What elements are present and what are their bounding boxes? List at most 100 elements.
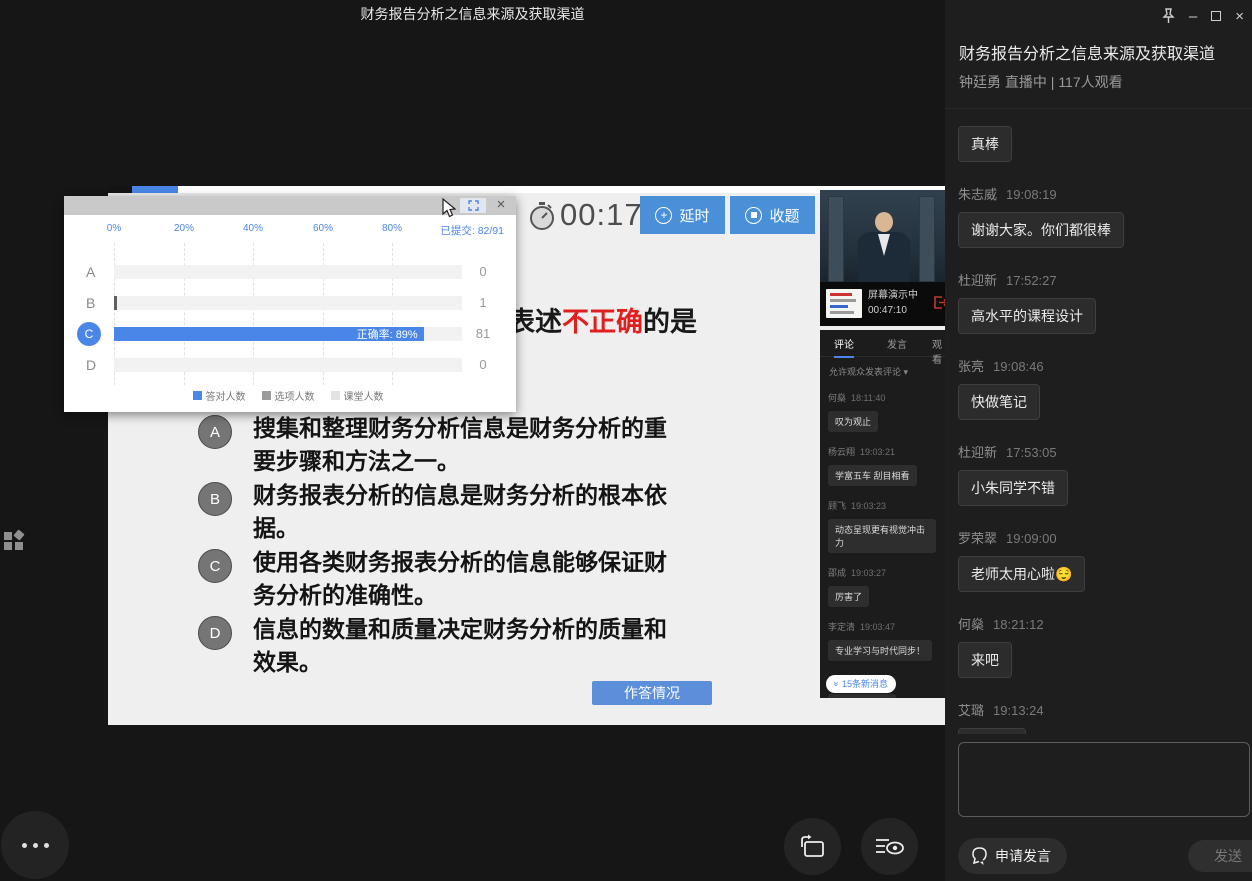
bar-track	[114, 358, 462, 372]
sender-name: 朱志威	[958, 187, 997, 202]
comment-bubble: 学富五车 刮目相看	[828, 465, 917, 486]
chat-bubble: 来吧	[958, 642, 1012, 678]
sender-name: 杜迎新	[958, 273, 997, 288]
new-messages-badge[interactable]: » 15条新消息	[826, 675, 896, 693]
window-controls: – ×	[1162, 7, 1244, 25]
sent-time: 17:53:05	[1006, 445, 1057, 460]
comment-bubble: 动态呈现更有视觉冲击力	[828, 519, 936, 553]
stream-subtitle: 钟廷勇 直播中 | 117人观看	[959, 72, 1123, 92]
bar-track	[114, 296, 462, 310]
speak-icon	[970, 846, 988, 866]
axis-tick: 20%	[174, 223, 194, 234]
list-eye-icon	[874, 835, 906, 859]
stopwatch-icon	[528, 200, 556, 232]
row-value: 81	[466, 327, 500, 341]
option-d-badge: D	[198, 616, 232, 650]
share-duration: 00:47:10	[868, 303, 918, 318]
sent-time: 19:08:19	[1006, 187, 1057, 202]
tab-watch[interactable]: 观看	[932, 336, 945, 366]
option-b: B 财务报表分析的信息是财务分析的根本依据。	[198, 479, 689, 545]
chat-message: 张亮19:08:46 快做笔记	[958, 356, 1240, 420]
row-value: 0	[466, 265, 500, 279]
sent-time: 18:21:12	[993, 617, 1044, 632]
comment-item: 邵成19:03:27 厉害了	[828, 563, 945, 607]
option-b-text: 财务报表分析的信息是财务分析的根本依据。	[253, 479, 689, 545]
background-decor	[919, 196, 935, 282]
bar-fill: 正确率: 89%	[114, 327, 424, 341]
comment-bubble: 一来就抽刺激	[828, 694, 896, 698]
question-text: 表述不正确的是	[508, 300, 697, 339]
tab-comments[interactable]: 评论	[834, 336, 854, 351]
sender-name: 杜迎新	[958, 445, 997, 460]
mouse-cursor-icon	[440, 198, 456, 220]
switch-screen-icon	[798, 833, 828, 861]
option-c: C 使用各类财务报表分析的信息能够保证财务分析的准确性。	[198, 546, 689, 612]
chevron-double-down-icon: »	[832, 681, 842, 686]
comment-item: 顾飞19:03:23 动态呈现更有视觉冲击力	[828, 496, 945, 553]
chat-bubble: 高水平的课程设计	[958, 298, 1096, 334]
chat-message: 罗荣翠 19:09:00 老师太用心啦😌	[958, 528, 1240, 592]
delay-button[interactable]: + 延时	[640, 196, 725, 234]
chat-message-list[interactable]: 真棒 朱志威 19:08:19 谢谢大家。你们都很棒 杜迎新 17:52:27 高水…	[958, 120, 1240, 734]
axis-tick: 80%	[382, 223, 402, 234]
switch-screen-button[interactable]	[784, 818, 841, 875]
poll-row-b: B 1	[64, 296, 516, 310]
comment-bubble: 叹为观止	[828, 411, 878, 432]
minimize-icon[interactable]: –	[1189, 7, 1197, 25]
share-thumbnail[interactable]	[826, 289, 862, 318]
sender-name: 罗荣翠	[958, 531, 997, 546]
more-options-button[interactable]	[1, 811, 69, 879]
answer-status-button[interactable]: 作答情况	[592, 681, 712, 705]
live-chat-panel: – × 财务报告分析之信息来源及获取渠道 钟廷勇 直播中 | 117人观看 真棒…	[945, 0, 1252, 881]
sent-time: 19:13:24	[993, 703, 1044, 718]
fullscreen-icon[interactable]	[460, 198, 486, 213]
chat-message: 杜迎新 17:52:27 高水平的课程设计	[958, 270, 1240, 334]
apps-grid-icon[interactable]	[4, 531, 24, 550]
view-mode-button[interactable]	[861, 818, 918, 875]
comment-permission[interactable]: 允许观众发表评论 ▾	[829, 365, 945, 378]
request-speak-button[interactable]: 申请发言	[958, 838, 1067, 874]
chat-input[interactable]	[958, 742, 1250, 817]
bar-track: 正确率: 89%	[114, 327, 462, 341]
option-a-badge: A	[198, 415, 232, 449]
pin-icon[interactable]	[1162, 7, 1175, 25]
poll-chart: 0% 20% 40% 60% 80% 已提交: 82/91 A 0 B 1 C	[64, 215, 516, 412]
option-d: D 信息的数量和质量决定财务分析的质量和效果。	[198, 613, 689, 679]
share-status: 屏幕演示中	[868, 288, 918, 303]
chat-bubble: 老师太用心啦😌	[958, 556, 1085, 592]
collect-answers-button[interactable]: 收题	[730, 196, 815, 234]
sender-name: 艾璐	[958, 703, 984, 718]
quiz-timer: 00:17	[560, 197, 643, 233]
correct-rate-label: 正确率: 89%	[357, 327, 424, 341]
comment-bubble: 专业学习与时代同步！	[828, 640, 932, 661]
stream-title: 财务报告分析之信息来源及获取渠道	[959, 40, 1215, 64]
option-d-text: 信息的数量和质量决定财务分析的质量和效果。	[253, 613, 689, 679]
close-icon[interactable]: ×	[492, 196, 510, 214]
stop-circle-icon	[745, 207, 762, 224]
legend-swatch	[262, 391, 271, 400]
chat-message: 真棒	[958, 120, 1240, 162]
progress-segment-dark	[108, 186, 132, 193]
viewer-count: 117人观看	[1058, 74, 1122, 90]
option-a-text: 搜集和整理财务分析信息是财务分析的重要步骤和方法之一。	[253, 412, 689, 478]
row-value: 1	[466, 296, 500, 310]
sender-name: 张亮	[958, 359, 984, 374]
chat-message: 艾璐19:13:24 完成啦	[958, 700, 1240, 734]
sent-time: 19:09:00	[1006, 531, 1057, 546]
presenter-video[interactable]	[820, 190, 945, 282]
chat-message: 何燊18:21:12 来吧	[958, 614, 1240, 678]
close-icon[interactable]: ×	[1235, 7, 1244, 25]
option-c-text: 使用各类财务报表分析的信息能够保证财务分析的准确性。	[253, 546, 689, 612]
sent-time: 19:08:46	[993, 359, 1044, 374]
sent-time: 17:52:27	[1006, 273, 1057, 288]
chat-bubble: 谢谢大家。你们都很棒	[958, 212, 1124, 248]
comments-panel: 评论 发言 观看 允许观众发表评论 ▾ 何燊18:11:40 叹为观止 杨云翔1…	[820, 330, 945, 698]
tab-speak[interactable]: 发言	[887, 336, 907, 351]
send-button[interactable]: 发送	[1188, 840, 1252, 872]
screen-share-bar: 屏幕演示中 00:47:10	[820, 282, 945, 326]
row-label: D	[86, 358, 96, 372]
maximize-icon[interactable]	[1211, 7, 1221, 25]
axis-tick: 40%	[243, 223, 263, 234]
chat-message: 朱志威 19:08:19 谢谢大家。你们都很棒	[958, 184, 1240, 248]
presenter-avatar	[875, 212, 893, 232]
